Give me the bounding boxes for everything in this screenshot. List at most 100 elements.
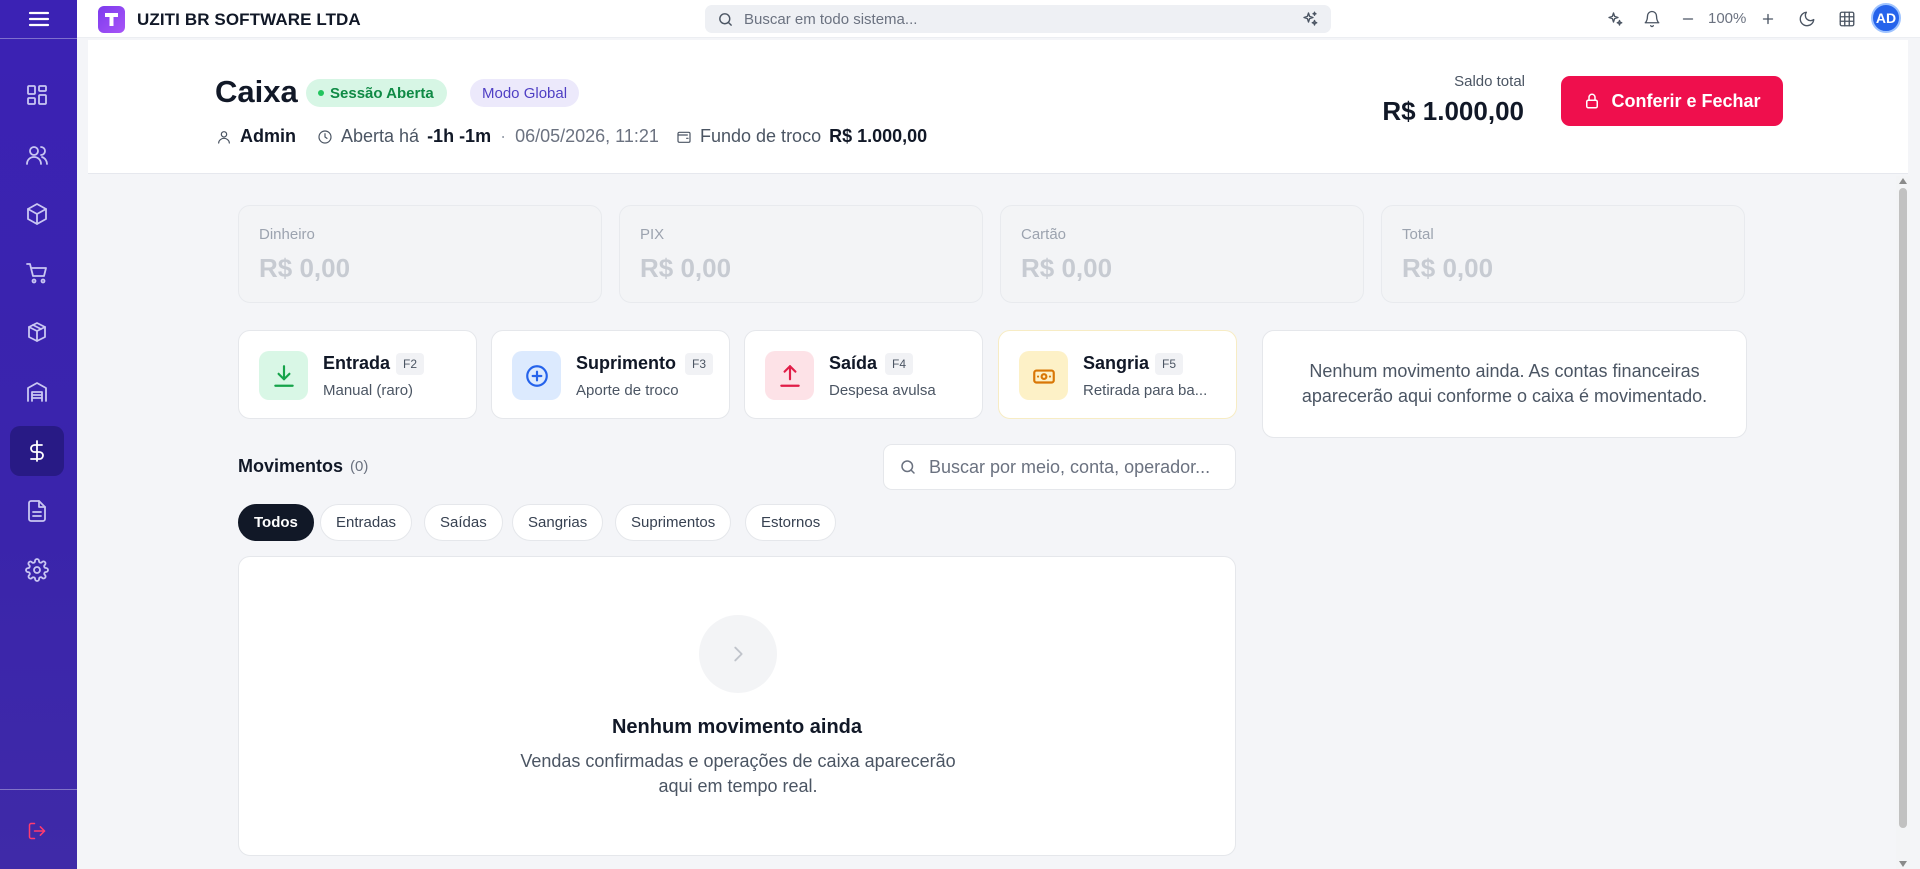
- change-fund: Fundo de troco R$ 1.000,00: [676, 126, 927, 147]
- shortcut-badge: F4: [885, 353, 914, 375]
- apps-grid-button[interactable]: [1836, 8, 1858, 30]
- document-icon: [28, 500, 46, 522]
- gear-icon: [25, 558, 49, 582]
- fund-value: R$ 1.000,00: [829, 126, 928, 146]
- theme-toggle-button[interactable]: [1796, 8, 1818, 30]
- movements-search-input[interactable]: [929, 456, 1229, 478]
- notifications-button[interactable]: [1641, 8, 1663, 30]
- opened-duration: -1h -1m: [427, 126, 492, 146]
- ai-sparkle-icon[interactable]: [1301, 10, 1319, 28]
- packages-icon: [28, 322, 46, 342]
- clock-icon: [318, 129, 332, 144]
- action-icon-wrap: [1019, 351, 1068, 400]
- sidebar-item-documents[interactable]: [10, 486, 64, 536]
- logo-mark-icon: [105, 13, 118, 26]
- opened-label: Aberta há: [341, 126, 420, 146]
- summary-value: R$ 0,00: [1402, 253, 1494, 283]
- shortcut-badge: F2: [396, 353, 425, 375]
- menu-toggle-button[interactable]: [0, 0, 77, 39]
- summary-value: R$ 0,00: [259, 253, 351, 283]
- zoom-level: 100%: [1708, 10, 1747, 27]
- status-dot: [318, 90, 324, 96]
- filter-saidas[interactable]: Saídas: [424, 504, 503, 541]
- search-icon: [901, 460, 915, 474]
- lock-icon: [1586, 93, 1599, 109]
- sparkle-icon: [1608, 12, 1623, 26]
- scroll-up-arrow[interactable]: [1899, 178, 1907, 184]
- action-saida-button[interactable]: Saída F4 Despesa avulsa: [744, 330, 983, 419]
- filter-estornos[interactable]: Estornos: [745, 504, 837, 541]
- zoom-in-button[interactable]: [1757, 8, 1779, 30]
- grid-icon: [1839, 11, 1855, 27]
- summary-label: Total: [1402, 226, 1434, 243]
- page-title: Caixa: [215, 74, 298, 109]
- plus-icon: [1762, 13, 1774, 25]
- summary-label: PIX: [640, 226, 665, 243]
- scroll-down-arrow[interactable]: [1899, 861, 1907, 867]
- sidebar-item-cashier[interactable]: [10, 426, 64, 476]
- sidebar-item-dashboard[interactable]: [10, 70, 64, 120]
- summary-label: Dinheiro: [259, 226, 315, 243]
- shortcut-badge: F3: [685, 353, 714, 375]
- plus-circle-icon: [525, 364, 548, 387]
- action-icon-wrap: [765, 351, 814, 400]
- avatar[interactable]: AD: [1871, 3, 1901, 33]
- logout-icon: [28, 822, 46, 840]
- summary-card-card: Cartão R$ 0,00: [1000, 205, 1364, 303]
- action-sangria-button[interactable]: Sangria F5 Retirada para ba...: [998, 330, 1237, 419]
- sidebar-item-settings[interactable]: [10, 545, 64, 595]
- filter-suprimentos[interactable]: Suprimentos: [615, 504, 732, 541]
- box-icon: [27, 203, 47, 225]
- user-icon: [218, 130, 230, 144]
- cashier-header: Caixa Sessão Aberta Modo Global Admin Ab…: [88, 40, 1908, 174]
- sidebar-item-customers[interactable]: [10, 130, 64, 180]
- summary-value: R$ 0,00: [1021, 253, 1113, 283]
- action-entrada-button[interactable]: Entrada F2 Manual (raro): [238, 330, 477, 419]
- filter-todos[interactable]: Todos: [238, 504, 314, 541]
- ai-assistant-button[interactable]: [1604, 8, 1626, 30]
- movements-title: Movimentos: [238, 456, 344, 476]
- logout-button[interactable]: [10, 806, 64, 856]
- filter-sangrias[interactable]: Sangrias: [512, 504, 604, 541]
- sidebar: [0, 0, 77, 869]
- sidebar-item-warehouse[interactable]: [10, 367, 64, 417]
- close-register-label: Conferir e Fechar: [1611, 90, 1761, 111]
- company-logo: [98, 6, 125, 33]
- bell-icon: [1644, 10, 1660, 28]
- scroll-thumb[interactable]: [1899, 188, 1907, 828]
- search-icon: [719, 12, 732, 26]
- meta-separator: ·: [500, 126, 507, 146]
- sidebar-item-sales[interactable]: [10, 248, 64, 298]
- action-subtitle: Manual (raro): [323, 382, 414, 399]
- movements-count: (0): [350, 458, 369, 475]
- action-icon-wrap: [512, 351, 561, 400]
- action-suprimento-button[interactable]: Suprimento F3 Aporte de troco: [491, 330, 730, 419]
- global-search-input[interactable]: Buscar em todo sistema...: [705, 5, 1331, 33]
- close-register-button[interactable]: Conferir e Fechar: [1561, 76, 1783, 126]
- download-icon: [273, 364, 294, 387]
- warehouse-icon: [27, 382, 47, 402]
- main-scrollbar[interactable]: [1896, 176, 1910, 869]
- action-subtitle: Retirada para ba...: [1083, 382, 1208, 399]
- empty-text: Vendas confirmadas e operações de caixa …: [520, 751, 956, 796]
- action-title: Sangria: [1083, 353, 1150, 373]
- sidebar-item-inventory[interactable]: [10, 307, 64, 357]
- session-user-name: Admin: [240, 126, 296, 146]
- movements-empty-state: Nenhum movimento ainda Vendas confirmada…: [238, 556, 1236, 856]
- wallet-icon: [677, 131, 691, 143]
- empty-icon-wrap: [699, 615, 777, 693]
- action-title: Saída: [829, 353, 878, 373]
- summary-value: R$ 0,00: [640, 253, 732, 283]
- hamburger-icon: [28, 11, 49, 27]
- status-badge-label: Sessão Aberta: [330, 84, 434, 102]
- summary-card-total: Total R$ 0,00: [1381, 205, 1745, 303]
- filter-entradas[interactable]: Entradas: [320, 504, 413, 541]
- empty-title: Nenhum movimento ainda: [611, 716, 863, 738]
- chevron-right-icon: [734, 646, 743, 662]
- action-title: Suprimento: [576, 353, 677, 373]
- accounts-info-card: Nenhum movimento ainda. As contas financ…: [1262, 330, 1747, 438]
- fund-label: Fundo de troco: [700, 126, 822, 146]
- movements-search[interactable]: [883, 444, 1236, 490]
- sidebar-item-products[interactable]: [10, 189, 64, 239]
- zoom-out-button[interactable]: [1677, 8, 1699, 30]
